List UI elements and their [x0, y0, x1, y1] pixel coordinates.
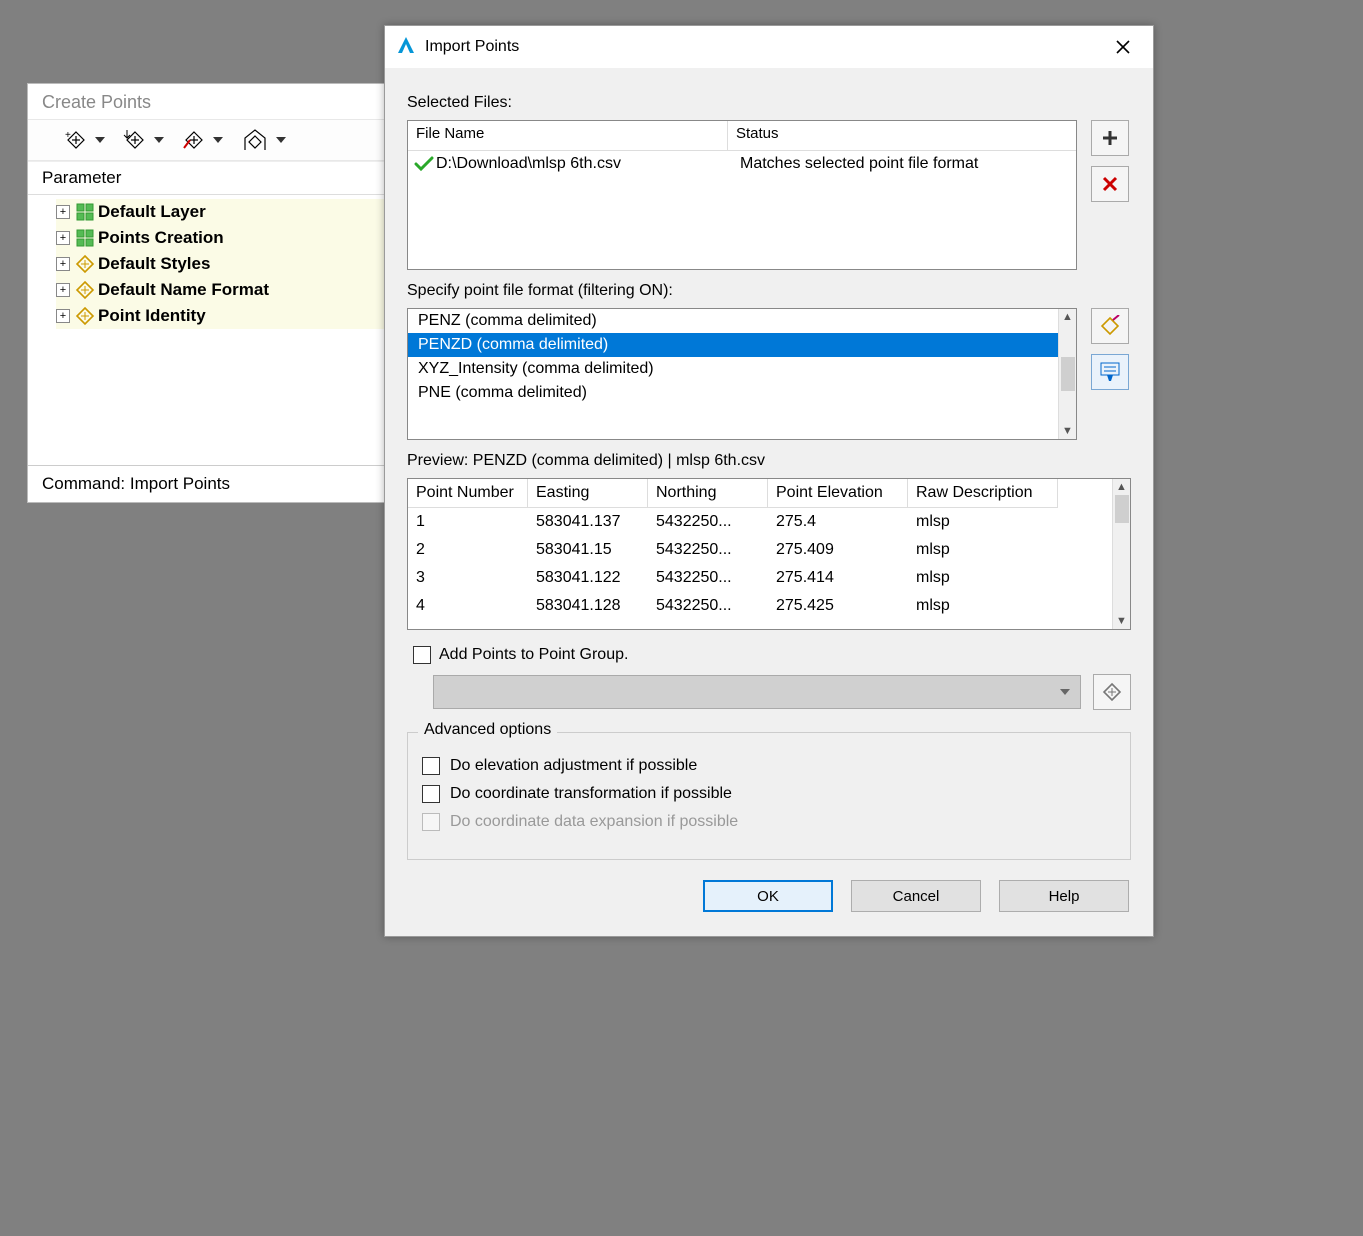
tree-label: Default Styles: [98, 254, 210, 274]
scroll-thumb[interactable]: [1061, 357, 1075, 391]
add-to-group-checkbox[interactable]: Add Points to Point Group.: [413, 646, 1131, 664]
checkbox-icon[interactable]: [422, 757, 440, 775]
file-name: D:\Download\mlsp 6th.csv: [436, 155, 732, 173]
format-item[interactable]: XYZ_Intensity (comma delimited): [408, 357, 1058, 381]
point-group-select: [433, 675, 1081, 709]
format-item-selected[interactable]: PENZD (comma delimited): [408, 333, 1058, 357]
add-to-group-label: Add Points to Point Group.: [439, 646, 628, 664]
expand-icon[interactable]: +: [56, 205, 70, 219]
preview-table: Point Number Easting Northing Point Elev…: [407, 478, 1131, 630]
opt-coord-expansion: Do coordinate data expansion if possible: [422, 813, 1116, 831]
format-item[interactable]: PENZ (comma delimited): [408, 309, 1058, 333]
scroll-down-icon[interactable]: ▼: [1062, 425, 1073, 437]
col-point-number[interactable]: Point Number: [408, 479, 528, 508]
style-icon: [74, 279, 96, 301]
scrollbar[interactable]: ▲ ▼: [1058, 309, 1076, 439]
tree-label: Default Name Format: [98, 280, 269, 300]
selected-files-listbox[interactable]: File Name Status D:\Download\mlsp 6th.cs…: [407, 120, 1077, 270]
cancel-button[interactable]: Cancel: [851, 880, 981, 912]
help-button[interactable]: Help: [999, 880, 1129, 912]
svg-text:+: +: [65, 130, 71, 141]
style-icon: [74, 305, 96, 327]
expand-icon[interactable]: +: [56, 283, 70, 297]
preview-row: 3 583041.122 5432250... 275.414 mlsp: [408, 564, 1112, 592]
preview-row: 4 583041.128 5432250... 275.425 mlsp: [408, 592, 1112, 620]
scroll-up-icon[interactable]: ▲: [1116, 481, 1127, 493]
preview-row: 2 583041.15 5432250... 275.409 mlsp: [408, 536, 1112, 564]
status-header[interactable]: Status: [728, 121, 1076, 151]
tool-point-down[interactable]: [123, 128, 164, 152]
remove-file-button[interactable]: [1091, 166, 1129, 202]
col-easting[interactable]: Easting: [528, 479, 648, 508]
layer-icon: [74, 201, 96, 223]
import-points-dialog: Import Points Selected Files: File Name …: [384, 25, 1154, 937]
filter-format-button[interactable]: [1091, 354, 1129, 390]
checkbox-icon: [422, 813, 440, 831]
scroll-thumb[interactable]: [1115, 495, 1129, 523]
style-icon: [74, 253, 96, 275]
preview-label: Preview: PENZD (comma delimited) | mlsp …: [407, 452, 1131, 470]
format-item[interactable]: PNE (comma delimited): [408, 381, 1058, 405]
preview-row: 1 583041.137 5432250... 275.4 mlsp: [408, 508, 1112, 536]
advanced-options-fieldset: Advanced options Do elevation adjustment…: [407, 732, 1131, 860]
file-status: Matches selected point file format: [732, 155, 1072, 173]
ok-button[interactable]: OK: [703, 880, 833, 912]
col-description[interactable]: Raw Description: [908, 479, 1058, 508]
tree-label: Default Layer: [98, 202, 206, 222]
file-entry[interactable]: D:\Download\mlsp 6th.csv Matches selecte…: [408, 151, 1076, 177]
app-icon: [395, 34, 417, 60]
dialog-titlebar: Import Points: [385, 26, 1153, 68]
file-name-header[interactable]: File Name: [408, 121, 728, 151]
scrollbar[interactable]: ▲ ▼: [1112, 479, 1130, 629]
format-listbox[interactable]: PENZ (comma delimited) PENZD (comma deli…: [407, 308, 1077, 440]
opt-coord-transform[interactable]: Do coordinate transformation if possible: [422, 785, 1116, 803]
expand-icon[interactable]: +: [56, 309, 70, 323]
expand-icon[interactable]: +: [56, 257, 70, 271]
expand-icon[interactable]: +: [56, 231, 70, 245]
edit-format-button[interactable]: [1091, 308, 1129, 344]
scroll-down-icon[interactable]: ▼: [1116, 615, 1127, 627]
advanced-legend: Advanced options: [418, 721, 557, 739]
scroll-up-icon[interactable]: ▲: [1062, 311, 1073, 323]
layer-icon: [74, 227, 96, 249]
pick-point-group-button: [1093, 674, 1131, 710]
dialog-title: Import Points: [425, 38, 1091, 56]
tree-label: Points Creation: [98, 228, 224, 248]
close-button[interactable]: [1099, 29, 1147, 65]
format-label: Specify point file format (filtering ON)…: [407, 282, 1131, 300]
tool-point-red[interactable]: [182, 128, 223, 152]
tool-point-plus-1[interactable]: +: [64, 128, 105, 152]
check-icon: [412, 156, 436, 172]
selected-files-label: Selected Files:: [407, 94, 1131, 112]
tool-point-house[interactable]: [241, 128, 286, 152]
checkbox-icon[interactable]: [413, 646, 431, 664]
opt-elevation-adjust[interactable]: Do elevation adjustment if possible: [422, 757, 1116, 775]
tree-label: Point Identity: [98, 306, 206, 326]
col-northing[interactable]: Northing: [648, 479, 768, 508]
col-elevation[interactable]: Point Elevation: [768, 479, 908, 508]
checkbox-icon[interactable]: [422, 785, 440, 803]
add-file-button[interactable]: [1091, 120, 1129, 156]
